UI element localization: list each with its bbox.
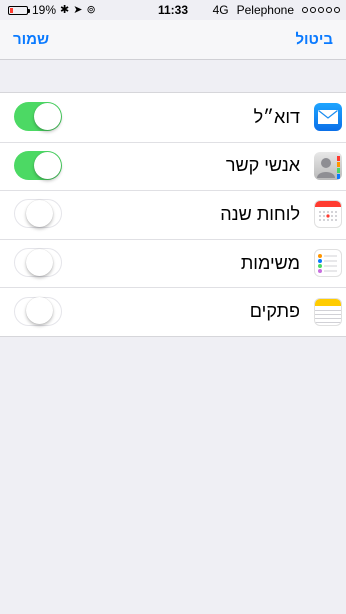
notes-toggle[interactable]	[14, 296, 62, 326]
reminders-toggle[interactable]	[14, 248, 62, 278]
mail-icon	[314, 103, 342, 132]
navigation-bar: שמור ביטול	[0, 20, 346, 60]
calendar-icon	[314, 200, 342, 229]
network-type: 4G	[212, 3, 229, 17]
list-item-contacts: אנשי קשר	[0, 141, 346, 191]
carrier-name: Pelephone	[236, 3, 294, 17]
toggle-knob	[26, 297, 53, 325]
signal-strength-icon	[302, 7, 340, 13]
contacts-toggle[interactable]	[14, 150, 62, 180]
cancel-button[interactable]: ביטול	[295, 31, 333, 48]
status-right: Pelephone 4G	[213, 3, 340, 17]
reminders-icon	[314, 249, 342, 278]
mail-toggle[interactable]	[14, 102, 62, 132]
toggle-knob	[26, 199, 53, 227]
toggle-knob	[34, 151, 61, 179]
toggle-knob	[34, 103, 61, 131]
calendars-toggle[interactable]	[14, 199, 62, 229]
contacts-icon	[314, 151, 342, 180]
list-item-reminders: משימות	[0, 238, 346, 288]
list-item-calendars: לוחות שנה	[0, 190, 346, 239]
account-services-list: דוא״ל אנשי קשר לוחות שנה משימות פתקים	[0, 92, 346, 337]
toggle-knob	[26, 248, 53, 276]
list-item-mail: דוא״ל	[0, 93, 346, 142]
status-bar: 19% ✱ ➤ ⊚ 11:33 Pelephone 4G	[0, 0, 346, 20]
notes-icon	[314, 297, 342, 326]
list-item-notes: פתקים	[0, 287, 346, 336]
save-button[interactable]: שמור	[13, 31, 49, 48]
